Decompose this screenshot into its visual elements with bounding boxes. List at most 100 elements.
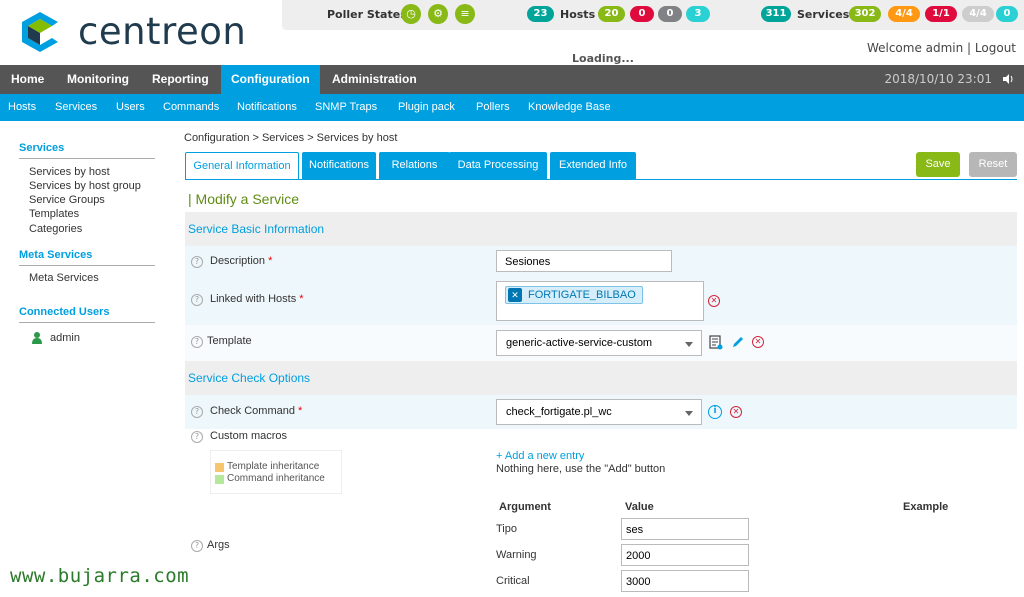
- sound-icon[interactable]: [1002, 73, 1014, 85]
- services-total-count[interactable]: 311: [761, 6, 791, 22]
- main-navigation: Home Monitoring Reporting Configuration …: [0, 65, 1024, 94]
- arg-name-warning: Warning: [496, 549, 537, 561]
- template-value: generic-active-service-custom: [506, 337, 653, 349]
- tab-data-processing[interactable]: Data Processing: [449, 152, 547, 179]
- subnav-commands[interactable]: Commands: [163, 94, 219, 121]
- nav-administration[interactable]: Administration: [322, 65, 427, 94]
- clear-hosts-icon[interactable]: ✕: [708, 295, 720, 307]
- template-select[interactable]: generic-active-service-custom: [496, 330, 702, 356]
- save-button[interactable]: Save: [916, 152, 960, 177]
- template-info-icon[interactable]: [708, 335, 723, 350]
- sidebar: Services Services by host Services by ho…: [0, 121, 170, 597]
- nav-reporting[interactable]: Reporting: [142, 65, 219, 94]
- services-unknown-count[interactable]: 4/4: [962, 6, 994, 22]
- top-header: centreon Poller States ◷ ⚙ ≡ 23 Hosts 20…: [0, 0, 1024, 65]
- help-icon[interactable]: ?: [191, 336, 203, 348]
- tab-extended-info[interactable]: Extended Info: [550, 152, 636, 179]
- poller-database-icon[interactable]: ≡: [455, 4, 475, 24]
- subnav-pollers[interactable]: Pollers: [476, 94, 510, 121]
- edit-pencil-icon[interactable]: [731, 335, 745, 349]
- page-title: | Modify a Service: [188, 191, 300, 207]
- services-critical-count[interactable]: 1/1: [925, 6, 957, 22]
- arg-name-critical: Critical: [496, 575, 530, 587]
- services-warning-count[interactable]: 4/4: [888, 6, 920, 22]
- linked-host-name: FORTIGATE_BILBAO: [528, 289, 636, 301]
- check-command-select[interactable]: check_fortigate.pl_wc: [496, 399, 702, 425]
- services-pending-count[interactable]: 0: [996, 6, 1018, 22]
- template-label: Template: [207, 335, 252, 347]
- hosts-pending-count[interactable]: 3: [686, 6, 710, 22]
- tab-notifications[interactable]: Notifications: [302, 152, 376, 179]
- connected-user-admin[interactable]: admin: [50, 332, 80, 344]
- args-header-value: Value: [625, 501, 654, 513]
- description-label: Description *: [210, 255, 273, 267]
- hosts-up-count[interactable]: 20: [598, 6, 625, 22]
- sidebar-divider: [19, 265, 155, 266]
- poller-clock-icon[interactable]: ◷: [401, 4, 421, 24]
- nav-monitoring[interactable]: Monitoring: [57, 65, 139, 94]
- hosts-total-count[interactable]: 23: [527, 6, 554, 22]
- sidebar-item-services-by-host[interactable]: Services by host: [29, 166, 110, 178]
- subnav-snmp-traps[interactable]: SNMP Traps: [315, 94, 377, 121]
- section-title: Service Basic Information: [188, 222, 325, 236]
- welcome-logout[interactable]: Welcome admin | Logout: [867, 41, 1016, 55]
- macros-legend: Template inheritance Command inheritance: [210, 450, 342, 494]
- status-bar: Poller States ◷ ⚙ ≡ 23 Hosts 20 0 0 3 31…: [282, 0, 1024, 30]
- sidebar-item-services-by-host-group[interactable]: Services by host group: [29, 180, 141, 192]
- remove-tag-icon[interactable]: ✕: [508, 288, 522, 302]
- subnav-notifications[interactable]: Notifications: [237, 94, 297, 121]
- tab-relations[interactable]: Relations: [379, 152, 450, 179]
- subnav-hosts[interactable]: Hosts: [8, 94, 36, 121]
- logo-text: centreon: [78, 10, 247, 53]
- services-label: Services: [797, 8, 850, 21]
- clear-command-icon[interactable]: ✕: [730, 406, 742, 418]
- nav-home[interactable]: Home: [1, 65, 54, 94]
- sidebar-item-service-groups[interactable]: Service Groups: [29, 194, 105, 206]
- sub-navigation: Hosts Services Users Commands Notificati…: [0, 94, 1024, 121]
- breadcrumb[interactable]: Configuration > Services > Services by h…: [184, 132, 397, 144]
- command-info-icon[interactable]: i: [708, 405, 722, 419]
- help-icon[interactable]: ?: [191, 540, 203, 552]
- subnav-services[interactable]: Services: [55, 94, 97, 121]
- centreon-logo[interactable]: centreon: [18, 10, 268, 54]
- tab-general-information[interactable]: General Information: [185, 152, 299, 180]
- section-title: Service Check Options: [188, 371, 311, 385]
- args-header-argument: Argument: [499, 501, 551, 513]
- help-icon[interactable]: ?: [191, 294, 203, 306]
- services-ok-count[interactable]: 302: [849, 6, 881, 22]
- help-icon[interactable]: ?: [191, 431, 203, 443]
- custom-macros-label: Custom macros: [210, 430, 288, 442]
- sidebar-title-meta-services[interactable]: Meta Services: [19, 249, 92, 261]
- nav-configuration[interactable]: Configuration: [221, 65, 320, 94]
- sidebar-title-services[interactable]: Services: [19, 142, 64, 154]
- hosts-label: Hosts: [560, 8, 596, 21]
- chevron-down-icon: [685, 342, 693, 347]
- arg-name-tipo: Tipo: [496, 523, 517, 535]
- sidebar-divider: [19, 158, 155, 159]
- section-header-basic: Service Basic Information: [185, 212, 1017, 246]
- arg-value-critical-input[interactable]: 3000: [621, 570, 749, 592]
- sidebar-item-categories[interactable]: Categories: [29, 223, 82, 235]
- linked-host-tag[interactable]: ✕ FORTIGATE_BILBAO: [505, 286, 643, 304]
- help-icon[interactable]: ?: [191, 406, 203, 418]
- clear-template-icon[interactable]: ✕: [752, 336, 764, 348]
- subnav-users[interactable]: Users: [116, 94, 145, 121]
- hosts-down-count[interactable]: 0: [630, 6, 654, 22]
- hosts-unreachable-count[interactable]: 0: [658, 6, 682, 22]
- reset-button[interactable]: Reset: [969, 152, 1017, 177]
- template-inheritance-swatch: [215, 463, 224, 472]
- help-icon[interactable]: ?: [191, 256, 203, 268]
- arg-value-tipo-input[interactable]: ses: [621, 518, 749, 540]
- add-macro-link[interactable]: + Add a new entry: [496, 450, 584, 462]
- sidebar-item-meta-services[interactable]: Meta Services: [29, 272, 99, 284]
- subnav-plugin-pack[interactable]: Plugin pack: [398, 94, 455, 121]
- arg-value-warning-input[interactable]: 2000: [621, 544, 749, 566]
- description-input[interactable]: Sesiones: [496, 250, 672, 272]
- subnav-knowledge-base[interactable]: Knowledge Base: [528, 94, 611, 121]
- linked-hosts-label: Linked with Hosts *: [210, 293, 304, 305]
- linked-hosts-select[interactable]: ✕ FORTIGATE_BILBAO: [496, 281, 704, 321]
- poller-latency-icon[interactable]: ⚙: [428, 4, 448, 24]
- sidebar-item-templates[interactable]: Templates: [29, 208, 79, 220]
- centreon-logo-icon: [22, 12, 58, 52]
- user-icon: [32, 332, 42, 344]
